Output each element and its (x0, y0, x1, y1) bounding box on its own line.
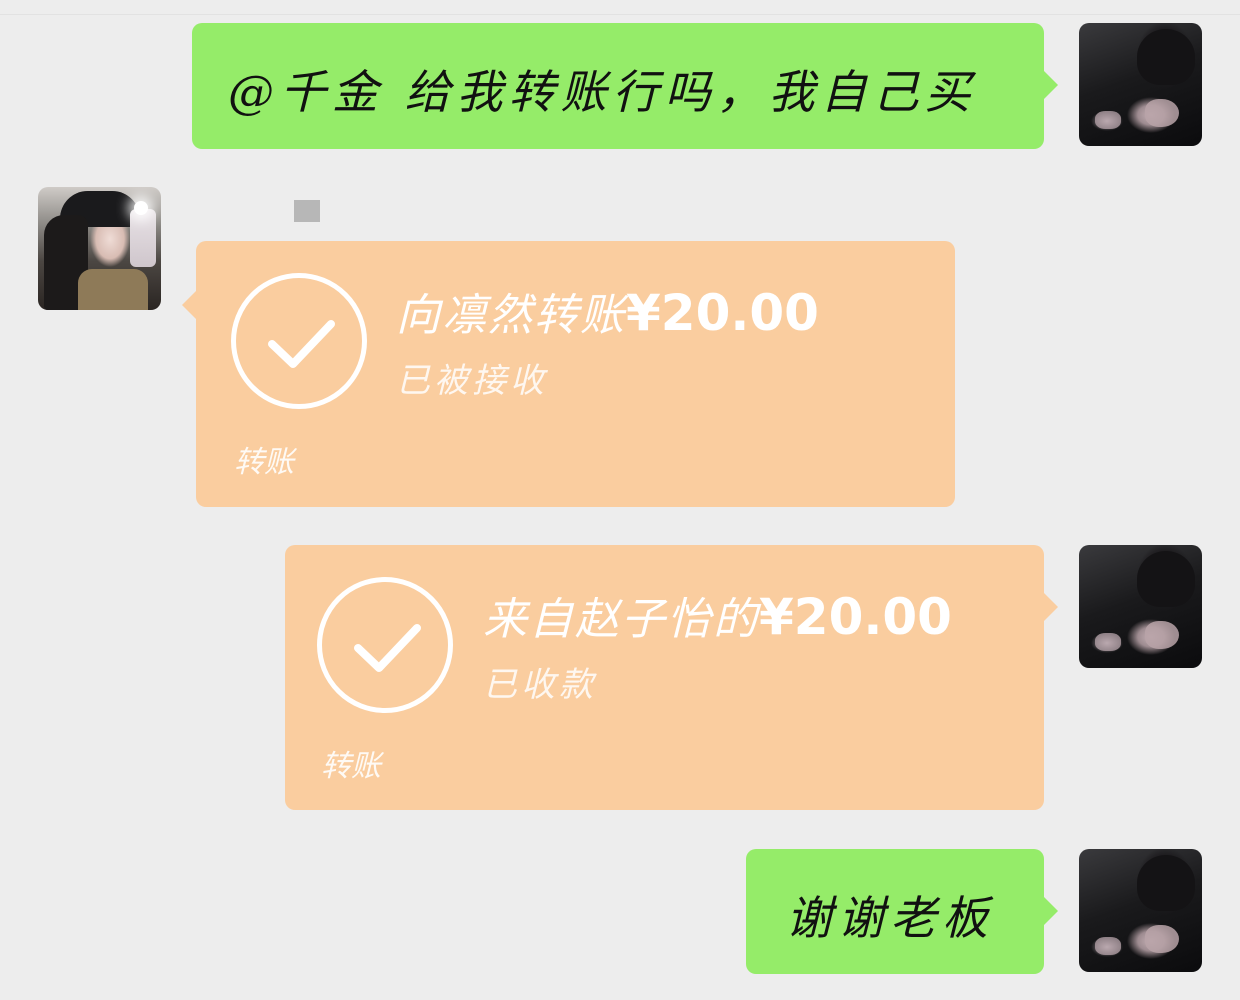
message-bubble-self[interactable]: 谢谢老板 (746, 849, 1058, 974)
transfer-title: 向凛然转账¥20.00 (396, 279, 819, 343)
bubble-tail (182, 291, 196, 319)
transfer-status: 已被接收 (396, 361, 548, 401)
transfer-footer: 转账 (234, 445, 294, 480)
transfer-amount: ¥20.00 (626, 284, 819, 342)
check-circle-icon (231, 273, 367, 409)
avatar-self[interactable] (1079, 545, 1202, 668)
bubble-tail (1044, 897, 1058, 925)
transfer-sender: 来自赵子怡的 (483, 594, 759, 645)
message-bubble-self[interactable]: @千金 给我转账行吗，我自己买 (192, 23, 1058, 149)
transfer-card[interactable]: 向凛然转账¥20.00 已被接收 转账 (182, 241, 955, 507)
transfer-card[interactable]: 来自赵子怡的¥20.00 已收款 转账 (285, 545, 1058, 810)
avatar-other[interactable] (38, 187, 161, 310)
bubble-tail (1044, 593, 1058, 621)
message-text: 谢谢老板 (786, 891, 994, 945)
check-circle-icon (317, 577, 453, 713)
avatar-self[interactable] (1079, 849, 1202, 972)
bubble-tail (1044, 71, 1058, 99)
transfer-recipient: 向凛然转账 (396, 290, 626, 341)
chat-screen: @千金 给我转账行吗，我自己买 向凛然转账¥20.00 已被接收 转账 来自赵子… (0, 0, 1240, 1000)
transfer-amount: ¥20.00 (759, 588, 952, 646)
transfer-status: 已收款 (483, 665, 597, 705)
transfer-title: 来自赵子怡的¥20.00 (483, 583, 952, 647)
transfer-footer: 转账 (321, 749, 381, 784)
divider (0, 14, 1240, 15)
sender-name-redacted (294, 200, 320, 222)
avatar-self[interactable] (1079, 23, 1202, 146)
message-text: @千金 给我转账行吗，我自己买 (228, 65, 977, 119)
